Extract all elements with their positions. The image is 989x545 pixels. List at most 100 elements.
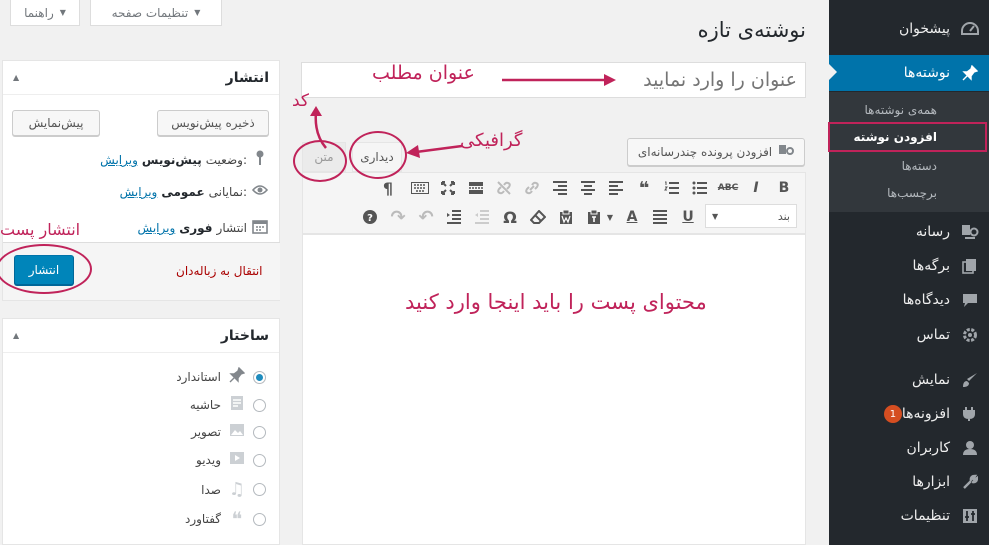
annotation-title-note: عنوان مطلب: [372, 62, 475, 84]
menu-dashboard[interactable]: پیشخوان: [829, 14, 989, 44]
paste-text-icon[interactable]: [582, 205, 606, 229]
strikethrough-icon[interactable]: ABC: [716, 176, 740, 200]
menu-comments-label: دیدگاه‌ها: [902, 292, 950, 308]
submenu-tags-label: برچسب‌ها: [887, 186, 937, 200]
preview-label: پیش‌نمایش: [28, 116, 84, 130]
page-title: نوشته‌ی تازه: [697, 18, 806, 42]
help-icon[interactable]: ?: [358, 205, 382, 229]
edit-visibility-link[interactable]: ویرایش: [120, 185, 158, 199]
bullet-list-icon[interactable]: [688, 176, 712, 200]
plugins-update-badge: 1: [883, 405, 902, 423]
submenu-categories[interactable]: دسته‌ها: [829, 153, 989, 179]
redo-icon[interactable]: ↷: [386, 205, 410, 229]
format-option-quote[interactable]: ❝ گفتاورد: [185, 507, 266, 531]
format-option-aside[interactable]: حاشیه: [190, 395, 266, 415]
edit-schedule-link[interactable]: ویرایش: [138, 221, 176, 235]
format-radio-audio[interactable]: [253, 483, 266, 496]
format-box-header[interactable]: ▲ ساختار: [3, 319, 279, 353]
menu-comments[interactable]: دیدگاه‌ها: [829, 285, 989, 315]
preview-button[interactable]: پیش‌نمایش: [12, 110, 100, 136]
eraser-icon[interactable]: [526, 205, 550, 229]
menu-users[interactable]: کاربران: [829, 433, 989, 463]
menu-posts[interactable]: نوشته‌ها: [829, 55, 989, 91]
wrench-icon: [959, 472, 981, 492]
bold-icon[interactable]: B: [772, 176, 796, 200]
special-character-icon[interactable]: Ω: [498, 205, 522, 229]
paste-word-icon[interactable]: [554, 205, 578, 229]
chevron-down-icon: ▼: [59, 8, 66, 17]
help-label: راهنما: [24, 5, 54, 20]
menu-tools[interactable]: ابزارها: [829, 467, 989, 497]
link-icon[interactable]: [520, 176, 544, 200]
screen-options-tab[interactable]: تنظیمات صفحه ▼: [90, 0, 222, 26]
svg-text:?: ?: [367, 213, 373, 224]
annotation-ring-text-tab: [293, 140, 347, 182]
menu-users-label: کاربران: [906, 440, 950, 456]
format-radio-standard[interactable]: [253, 370, 266, 384]
plug-icon: [959, 404, 981, 424]
schedule-label: انتشار: [216, 221, 247, 235]
help-tab[interactable]: راهنما ▼: [10, 0, 80, 26]
calendar-icon: [251, 218, 269, 238]
keyboard-icon[interactable]: [408, 176, 432, 200]
undo-icon[interactable]: ↶: [414, 205, 438, 229]
menu-plugins[interactable]: افزونه‌ها 1: [829, 399, 989, 429]
align-right-icon[interactable]: [548, 176, 572, 200]
save-draft-button[interactable]: ذخیره پیش‌نویس: [157, 110, 269, 136]
menu-plugins-label: افزونه‌ها: [901, 406, 950, 422]
collapse-arrow-icon[interactable]: ▲: [13, 331, 19, 340]
add-media-button[interactable]: افزودن پرونده چندرسانه‌ای: [627, 138, 805, 166]
move-to-trash-link[interactable]: انتقال به زباله‌دان: [176, 264, 263, 278]
rtl-direction-icon[interactable]: ¶: [376, 176, 400, 200]
format-option-standard[interactable]: استاندارد: [176, 366, 266, 387]
format-radio-image[interactable]: [253, 425, 266, 439]
format-option-video[interactable]: ویدیو: [196, 451, 266, 469]
menu-settings-label: تنظیمات: [900, 508, 950, 524]
publish-box-header[interactable]: ▲ انتشار: [3, 61, 279, 95]
fullscreen-icon[interactable]: [436, 176, 460, 200]
edit-status-link[interactable]: ویرایش: [100, 153, 138, 167]
annotation-publish-note: انتشار پست: [0, 220, 81, 239]
format-radio-video[interactable]: [253, 453, 266, 467]
menu-appearance[interactable]: نمایش: [829, 365, 989, 395]
format-option-audio[interactable]: ♫ صدا: [201, 479, 266, 500]
visibility-row: نمایانی: عمومی ویرایش: [120, 184, 269, 200]
outdent-icon[interactable]: [470, 205, 494, 229]
indent-icon[interactable]: [442, 205, 466, 229]
unlink-icon[interactable]: [492, 176, 516, 200]
menu-tools-label: ابزارها: [912, 474, 950, 490]
menu-pages[interactable]: برگه‌ها: [829, 251, 989, 281]
menu-contact[interactable]: تماس: [829, 320, 989, 350]
format-select[interactable]: بند ▼: [705, 204, 797, 228]
pin-icon: [227, 366, 247, 387]
submenu-tags[interactable]: برچسب‌ها: [829, 180, 989, 206]
dashboard-icon: [959, 19, 981, 39]
align-left-icon[interactable]: [604, 176, 628, 200]
text-color-icon[interactable]: A: [620, 205, 644, 229]
numbered-list-icon[interactable]: [660, 176, 684, 200]
annotation-ring-publish: [0, 244, 92, 294]
format-radio-quote[interactable]: [253, 512, 266, 526]
format-label-standard: استاندارد: [176, 370, 221, 384]
align-center-icon[interactable]: [576, 176, 600, 200]
post-content-editor[interactable]: [302, 234, 806, 545]
aside-icon: [227, 395, 247, 415]
blockquote-icon[interactable]: ❝: [632, 176, 656, 200]
menu-media[interactable]: رسانه: [829, 217, 989, 247]
justify-icon[interactable]: [648, 205, 672, 229]
collapse-arrow-icon[interactable]: ▲: [13, 73, 19, 82]
submenu-all-posts[interactable]: همه‌ی نوشته‌ها: [829, 97, 989, 123]
format-option-image[interactable]: تصویر: [191, 423, 266, 441]
format-radio-aside[interactable]: [253, 398, 266, 412]
format-label-aside: حاشیه: [189, 398, 221, 412]
menu-settings[interactable]: تنظیمات: [829, 501, 989, 531]
format-label-audio: صدا: [201, 482, 221, 497]
visibility-value: عمومی: [161, 185, 205, 199]
format-label-quote: گفتاورد: [185, 512, 221, 526]
gear-icon: [959, 325, 981, 345]
read-more-icon[interactable]: [464, 176, 488, 200]
status-label: وضعیت:: [205, 153, 247, 167]
underline-icon[interactable]: U: [676, 205, 700, 229]
italic-icon[interactable]: I: [744, 176, 768, 200]
menu-dashboard-label: پیشخوان: [898, 21, 950, 37]
